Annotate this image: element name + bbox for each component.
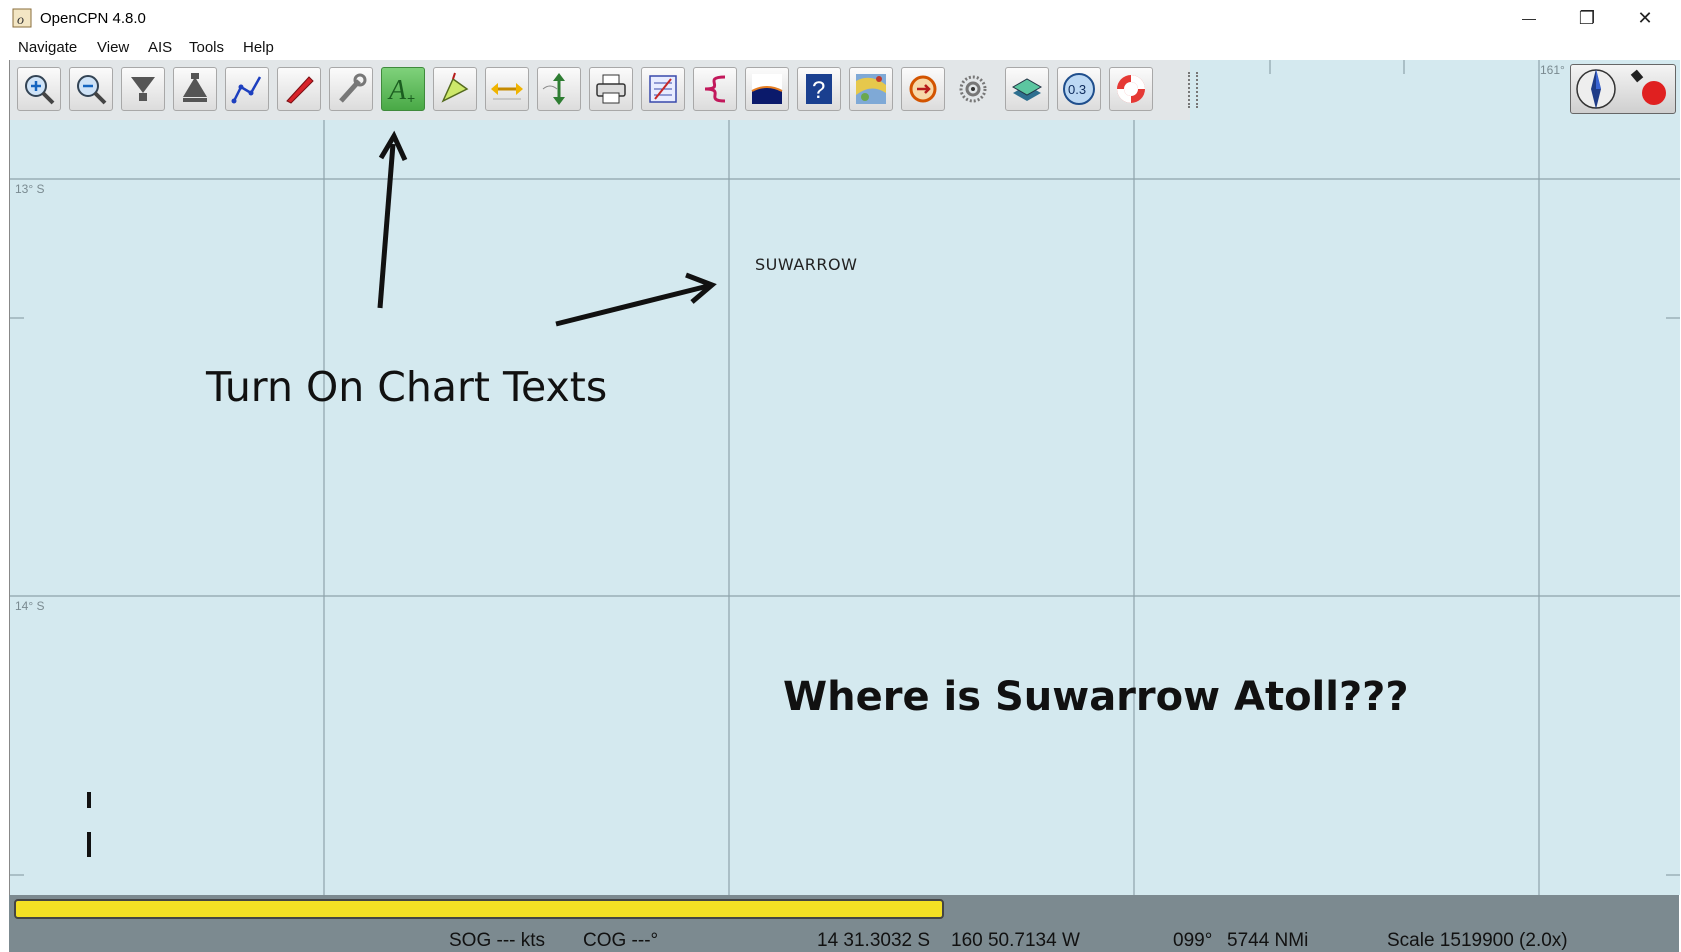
route-list-button[interactable] — [641, 67, 685, 111]
status-bearing: 099° — [1173, 930, 1213, 951]
progress-bar — [14, 899, 944, 919]
zoom-in-button[interactable] — [17, 67, 61, 111]
main-toolbar: A + ? 0.3 — [10, 60, 1198, 120]
chart-grid — [10, 60, 1680, 895]
auto-follow-button[interactable] — [485, 67, 529, 111]
ship-icon — [286, 76, 314, 104]
restore-button[interactable]: ❐ — [1558, 0, 1616, 36]
lifebuoy-icon — [1117, 75, 1145, 103]
chart-canvas[interactable] — [9, 60, 1680, 895]
toolbar-grip-handle[interactable] — [1188, 72, 1198, 108]
settings-button[interactable] — [329, 67, 373, 111]
menu-ais[interactable]: AIS — [148, 39, 172, 56]
svg-text:o: o — [17, 13, 24, 28]
color-scheme-button[interactable] — [745, 67, 789, 111]
svg-text:A: A — [387, 75, 407, 106]
route-manager-icon — [441, 72, 469, 103]
status-bar: SOG --- kts COG ---° 14 31.3032 S 160 50… — [9, 925, 1679, 952]
print-icon — [596, 74, 626, 104]
status-latitude: 14 31.3032 S — [817, 930, 931, 951]
layers-button[interactable] — [1005, 67, 1049, 111]
menu-help[interactable]: Help — [243, 39, 274, 56]
status-longitude: 160 50.7134 W — [951, 930, 1080, 951]
svg-text:?: ? — [812, 77, 825, 104]
annotation-where-is-suwarrow: Where is Suwarrow Atoll??? — [783, 674, 1409, 720]
tides-currents-icon — [542, 73, 565, 105]
scale-down-icon — [131, 77, 155, 101]
opencpn-app-icon: o — [12, 8, 32, 28]
auto-follow-icon — [491, 83, 523, 100]
chart-group-icon: 0.3 — [1063, 73, 1095, 105]
help-button[interactable]: ? — [797, 67, 841, 111]
zoom-out-button[interactable] — [69, 67, 113, 111]
route-manager-button[interactable] — [433, 67, 477, 111]
status-cog: COG ---° — [583, 930, 659, 951]
title-bar: o OpenCPN 4.8.0 — ❐ ✕ — [0, 0, 1681, 36]
restore-icon: ❐ — [1578, 7, 1596, 28]
help-icon: ? — [806, 74, 832, 104]
minimize-icon: — — [1522, 10, 1536, 26]
tides-currents-button[interactable] — [537, 67, 581, 111]
chart-group-button[interactable]: 0.3 — [1057, 67, 1101, 111]
minimize-button[interactable]: — — [1500, 0, 1558, 36]
print-button[interactable] — [589, 67, 633, 111]
settings-wrench-icon — [339, 73, 367, 103]
status-distance: 5744 NMi — [1227, 930, 1309, 951]
progress-area — [9, 895, 1679, 925]
zoom-out-icon — [77, 75, 107, 105]
chart-text-icon: A + — [387, 75, 415, 106]
menu-tools[interactable]: Tools — [189, 39, 224, 56]
route-icon — [231, 76, 262, 104]
chart-quilt-button[interactable] — [849, 67, 893, 111]
window-title: OpenCPN 4.8.0 — [40, 10, 146, 27]
menu-navigate[interactable]: Navigate — [18, 39, 77, 56]
close-icon: ✕ — [1637, 7, 1653, 28]
status-sog: SOG --- kts — [449, 930, 546, 951]
chart-text-button[interactable]: A + — [381, 67, 425, 111]
lat-label-13s: 13° S — [15, 182, 45, 196]
zoom-in-icon — [25, 75, 55, 105]
menu-bar: Navigate View AIS Tools Help — [0, 36, 1681, 60]
mob-recovery-icon — [909, 75, 937, 103]
scale-down-button[interactable] — [121, 67, 165, 111]
route-button[interactable] — [225, 67, 269, 111]
ais-icon — [959, 75, 987, 103]
color-scheme-icon — [751, 74, 783, 104]
track-icon — [704, 75, 726, 103]
ship-button[interactable] — [277, 67, 321, 111]
lat-label-14s: 14° S — [15, 599, 45, 613]
svg-text:0.3: 0.3 — [1068, 82, 1086, 97]
route-list-icon — [649, 75, 677, 103]
place-label-suwarrow: SUWARROW — [755, 255, 858, 274]
track-button[interactable] — [693, 67, 737, 111]
layers-icon — [1011, 78, 1043, 101]
svg-text:+: + — [407, 90, 415, 106]
compass-widget[interactable] — [1570, 64, 1676, 114]
scale-up-button[interactable] — [173, 67, 217, 111]
menu-view[interactable]: View — [97, 39, 129, 56]
mob-recovery-button[interactable] — [901, 67, 945, 111]
chart-quilt-icon — [856, 74, 886, 104]
lifebuoy-button[interactable] — [1109, 67, 1153, 111]
annotation-turn-on-chart-texts: Turn On Chart Texts — [206, 363, 608, 411]
ais-button[interactable] — [953, 67, 997, 111]
status-scale: Scale 1519900 (2.0x) — [1387, 930, 1568, 951]
lon-label-161: 161° — [1540, 63, 1565, 77]
close-button[interactable]: ✕ — [1616, 0, 1674, 36]
scale-up-icon — [183, 73, 207, 102]
compass-icon — [1576, 69, 1666, 109]
